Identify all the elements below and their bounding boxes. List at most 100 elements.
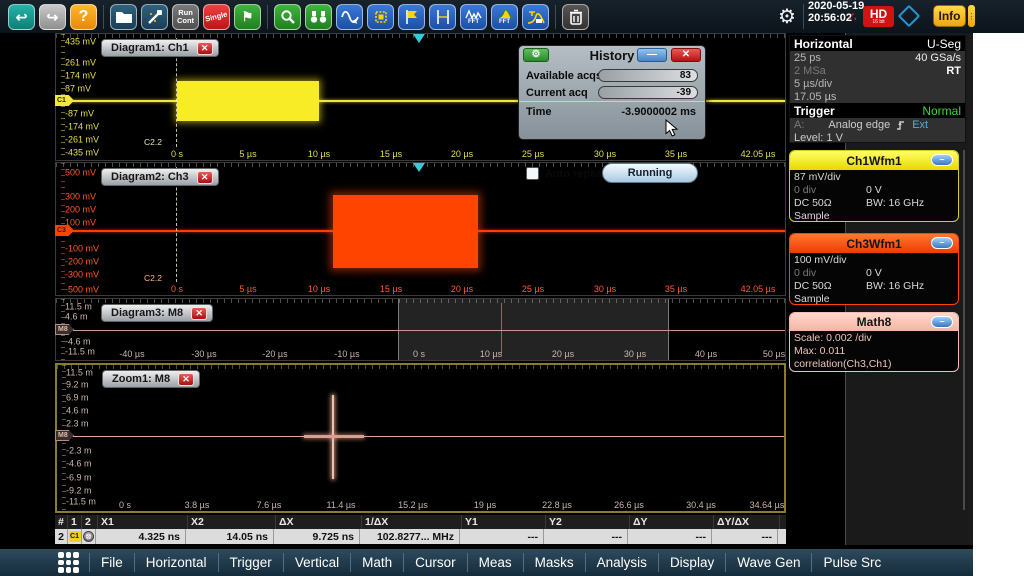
fft-label: FFT <box>468 19 479 25</box>
close-icon[interactable]: ✕ <box>197 171 213 184</box>
network-status-icon: ∴ <box>849 0 857 33</box>
trigger-position-marker[interactable] <box>413 34 425 43</box>
search-tool-button[interactable] <box>305 4 332 30</box>
ch1-burst-waveform <box>177 81 319 121</box>
auto-repeat-checkbox[interactable] <box>526 167 539 180</box>
x-axis-label: 20 µs <box>552 349 574 359</box>
ch1-scale: 87 mV/div <box>794 171 954 184</box>
menu-item[interactable]: Horizontal <box>134 553 218 572</box>
source2-cell[interactable]: ⊗ <box>82 529 96 544</box>
diagram1-tab-label: Diagram1: Ch1 <box>111 42 189 54</box>
fft-zoom-tool-button[interactable]: FFT <box>491 4 518 30</box>
settings-button[interactable]: ⚙ <box>778 0 796 33</box>
ch3-coupling: DC 50Ω <box>794 280 832 293</box>
y-axis-label: 174 mV <box>65 71 96 81</box>
results-data-row[interactable]: 2 C1 ⊗ 4.325 ns14.05 ns9.725 ns102.8277.… <box>55 529 786 544</box>
undo-button[interactable]: ↩ <box>8 4 35 30</box>
help-icon: ? <box>79 9 89 25</box>
menu-item[interactable]: Trigger <box>218 553 283 572</box>
cursor-tool-button[interactable] <box>429 4 456 30</box>
menu-item[interactable]: Vertical <box>283 553 350 572</box>
running-button[interactable]: Running <box>602 163 698 183</box>
waveform-tool-button[interactable] <box>336 4 363 30</box>
mask-hump-icon <box>527 9 545 25</box>
diagram3-m8[interactable]: Diagram3: M8 ✕ 11.5 m4.6 m-4.6 m-11.5 m … <box>55 298 786 361</box>
menu-item[interactable]: Analysis <box>585 553 658 572</box>
zoom-tool-button[interactable] <box>274 4 301 30</box>
x-axis-label: 0 s <box>171 149 183 159</box>
current-acq-field[interactable]: -39 <box>598 86 698 99</box>
annotation-flag-button[interactable] <box>398 4 425 30</box>
diagram3-tab[interactable]: Diagram3: M8 ✕ <box>101 304 213 322</box>
menu-item[interactable]: File <box>89 553 134 572</box>
close-icon[interactable]: ✕ <box>178 373 194 386</box>
minimize-icon[interactable]: – <box>931 237 953 249</box>
history-settings-button[interactable]: ⚙ <box>523 48 549 62</box>
x-axis-label: 15.2 µs <box>398 500 428 510</box>
minimize-icon[interactable]: – <box>931 316 953 328</box>
current-acq-label: Current acq <box>526 87 588 99</box>
fft-tool-button[interactable]: FFT <box>460 4 487 30</box>
ch1-source-chip: C1 <box>69 531 81 542</box>
results-value-cell: --- <box>544 529 628 544</box>
run-cont-button[interactable]: Run Cont <box>172 4 199 30</box>
sine-icon <box>341 9 359 25</box>
signal-flag-button[interactable]: ⚑ <box>234 4 261 30</box>
menu-item[interactable]: Cursor <box>403 553 467 572</box>
hd-mode-badge[interactable]: HD 16 bit <box>863 6 894 27</box>
sidebar-scrollbar[interactable] <box>963 150 965 510</box>
x-axis-label: 22.8 µs <box>542 500 572 510</box>
minimize-icon[interactable]: — <box>637 48 667 62</box>
horizontal-trigger-infobox[interactable]: Horizontal U-Seg 25 ps 40 GSa/s 2 MSa RT… <box>789 35 966 143</box>
trigger-source: A: <box>794 119 804 131</box>
source1-cell[interactable]: C1 <box>68 529 82 544</box>
help-button[interactable]: ? <box>70 4 97 30</box>
correlation-peak <box>501 303 502 354</box>
trigger-position-marker[interactable] <box>413 163 425 172</box>
menu-item[interactable]: Pulse Src <box>811 553 892 572</box>
minimize-icon[interactable]: – <box>931 154 953 166</box>
close-icon[interactable]: ✕ <box>671 48 701 62</box>
app-grid-icon[interactable] <box>58 552 79 573</box>
diagram1-tab[interactable]: Diagram1: Ch1 ✕ <box>101 39 219 57</box>
close-icon[interactable]: ✕ <box>197 42 213 55</box>
redo-icon: ↪ <box>47 10 59 24</box>
info-label: Info <box>939 9 961 23</box>
x-axis-label: 30.4 µs <box>686 500 716 510</box>
x-axis-label: 50 µs <box>763 349 785 359</box>
results-header-cell: ΔY/ΔX <box>714 515 780 529</box>
fft-label: FFT <box>499 19 510 25</box>
cursor-results-table[interactable]: #12X1X2ΔX1/ΔXY1Y2ΔYΔY/ΔX 2 C1 ⊗ 4.325 ns… <box>55 515 786 544</box>
close-icon[interactable]: ✕ <box>191 307 207 320</box>
toolbar: ↩ ↪ ? Run Cont Single ⚑ FFT FFT ⚙ <box>0 0 1024 33</box>
chip-tool-button[interactable] <box>367 4 394 30</box>
diagram2-tab[interactable]: Diagram2: Ch3 ✕ <box>101 168 219 186</box>
delete-button[interactable] <box>562 4 589 30</box>
file-open-button[interactable] <box>110 4 137 30</box>
available-acqs-field[interactable]: 83 <box>598 69 698 82</box>
running-label: Running <box>628 167 673 179</box>
mask-test-tool-button[interactable] <box>522 4 549 30</box>
gear-icon: ⚙ <box>778 4 796 29</box>
menu-item[interactable]: Math <box>350 553 403 572</box>
zoom1-m8[interactable]: Zoom1: M8 ✕ 11.5 m9.2 m6.9 m4.6 m2.3 m-2… <box>55 363 786 513</box>
redo-button[interactable]: ↪ <box>39 4 66 30</box>
math8-badge[interactable]: Math8 – Scale: 0.002 /div Max: 0.011 cor… <box>789 312 959 372</box>
menu-item[interactable]: Masks <box>523 553 585 572</box>
y-axis-label: 500 mV <box>65 168 96 178</box>
results-value-cell: --- <box>460 529 544 544</box>
ch1wfm1-badge[interactable]: Ch1Wfm1 – 87 mV/div 0 div 0 V DC 50Ω BW:… <box>789 150 959 222</box>
probe-setup-button[interactable] <box>141 4 168 30</box>
single-button[interactable]: Single <box>203 4 230 30</box>
menu-item[interactable]: Display <box>658 553 725 572</box>
info-more-handle[interactable]: ⋮ <box>968 5 975 27</box>
y-axis-label: 300 mV <box>65 192 96 202</box>
ch1-offset: 0 V <box>866 184 882 197</box>
info-button[interactable]: Info <box>933 5 966 27</box>
history-dialog[interactable]: ⚙ History — ✕ Available acqs 83 Current … <box>518 45 706 140</box>
zoom1-tab[interactable]: Zoom1: M8 ✕ <box>102 370 200 388</box>
menu-item[interactable]: Meas <box>467 553 523 572</box>
x-axis-label: -20 µs <box>262 349 287 359</box>
ch3wfm1-badge[interactable]: Ch3Wfm1 – 100 mV/div 0 div 0 V DC 50Ω BW… <box>789 233 959 305</box>
menu-item[interactable]: Wave Gen <box>725 553 811 572</box>
